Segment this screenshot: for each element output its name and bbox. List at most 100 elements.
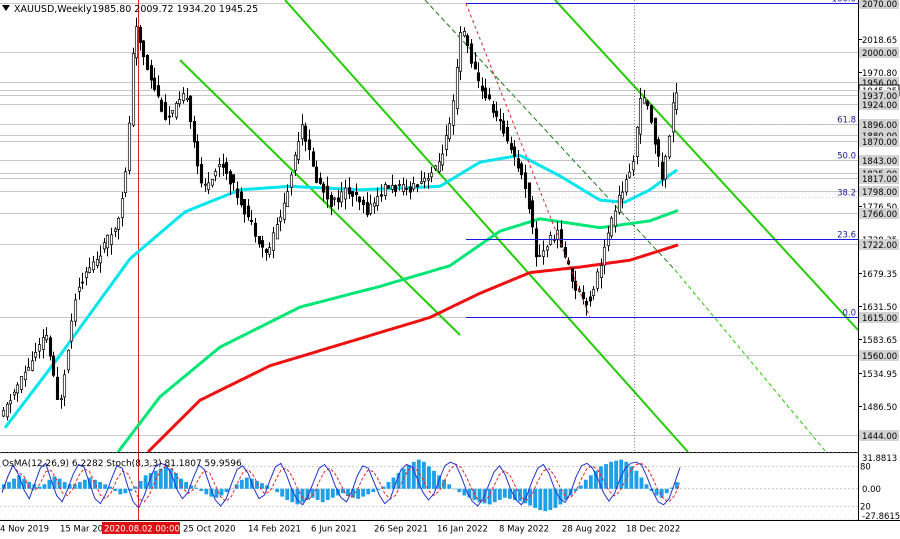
- candle-body: [123, 171, 128, 194]
- osma-bar: [421, 461, 426, 489]
- osma-bar: [609, 461, 614, 489]
- candle-body: [134, 26, 139, 59]
- candle-body: [624, 179, 629, 193]
- candle-body: [530, 200, 535, 228]
- candle-body: [239, 191, 244, 206]
- osma-bar: [578, 485, 583, 489]
- price-tick-label: 1798.00: [862, 188, 897, 198]
- oscillator-panel: OsMA(12,26,9) 6.2282 Stoch(8,3,3) 81.180…: [0, 452, 858, 521]
- time-axis-label: 16 Jan 2022: [437, 525, 488, 535]
- price-tick-label: 1924.00: [862, 101, 897, 111]
- candle-body: [483, 87, 488, 99]
- candle-body: [73, 299, 78, 322]
- candle-body: [476, 72, 481, 82]
- stoch-level-label: 80: [860, 462, 871, 472]
- osma-bar: [502, 488, 507, 498]
- price-tick-label: 1444.00: [862, 432, 897, 442]
- candle-body: [451, 100, 456, 126]
- candle-body: [480, 85, 485, 92]
- candle-body: [462, 31, 467, 37]
- candle-body: [257, 236, 262, 245]
- candle-body: [505, 126, 510, 142]
- osma-bar: [158, 468, 163, 489]
- candle-body: [95, 259, 100, 266]
- time-axis-label: 14 Feb 2021: [248, 525, 301, 535]
- candle-body: [674, 92, 679, 110]
- candle-body: [458, 32, 463, 72]
- candle-body: [293, 154, 298, 171]
- candle-body: [365, 201, 370, 216]
- candle-body: [653, 117, 658, 145]
- candle-body: [631, 161, 636, 171]
- price-tick-label: 1631.50: [862, 303, 897, 313]
- price-tick-label: 1817.00: [862, 175, 897, 185]
- osma-bar: [7, 482, 11, 489]
- candle-body: [404, 188, 409, 190]
- candle-body: [12, 391, 17, 396]
- candle-body: [37, 344, 42, 352]
- osma-bar: [346, 488, 350, 496]
- fib-level-label: 61.8: [837, 116, 856, 126]
- candle-body: [375, 196, 380, 207]
- fib-level-label: 0.0: [842, 309, 856, 319]
- osma-bar: [194, 487, 199, 489]
- candle-body: [509, 143, 514, 150]
- candle-body: [325, 185, 330, 200]
- candle-body: [77, 286, 82, 292]
- chart-header: XAUUSD,Weekly 1985.80 2009.72 1934.20 19…: [2, 4, 258, 15]
- osma-bar: [285, 488, 290, 500]
- candle-body: [307, 139, 312, 151]
- osma-bar: [204, 488, 209, 495]
- candle-body: [195, 141, 200, 167]
- candle-body: [66, 349, 71, 371]
- stochastic-signal-line: [1, 462, 681, 503]
- osma-bar: [538, 488, 543, 511]
- osma-bar: [163, 466, 168, 489]
- candle-body: [192, 120, 197, 143]
- osma-bar: [118, 488, 123, 495]
- candle-body: [469, 43, 474, 64]
- candle-body: [44, 334, 49, 341]
- osma-bar: [432, 470, 436, 489]
- osma-bar: [199, 488, 204, 491]
- candle-body: [534, 228, 539, 258]
- candle-body: [203, 183, 208, 186]
- candle-body: [15, 384, 20, 394]
- candle-body: [512, 146, 517, 157]
- candle-body: [440, 153, 445, 166]
- candle-body: [491, 104, 496, 113]
- candle-body: [383, 184, 388, 196]
- osma-bar: [103, 484, 108, 489]
- osma-bar: [37, 486, 42, 489]
- price-tick-label: 1534.95: [862, 370, 897, 380]
- candle-body: [51, 355, 56, 376]
- price-axis: 2070.002018.652000.001970.801956.001945.…: [858, 0, 900, 442]
- candle-body: [595, 271, 600, 289]
- candle-body: [87, 267, 92, 273]
- candle-body: [8, 400, 13, 405]
- candle-body: [217, 164, 222, 168]
- candle-body: [347, 187, 352, 195]
- candle-body: [285, 191, 290, 207]
- osma-bar: [411, 461, 416, 489]
- time-axis-label: 25 Oct 2020: [183, 525, 236, 535]
- candle-body: [41, 337, 46, 350]
- candle-body: [570, 267, 575, 282]
- candle-body: [437, 161, 442, 173]
- candle-body: [210, 179, 215, 186]
- osma-bar: [593, 470, 598, 489]
- candle-body: [332, 197, 337, 200]
- candle-body: [289, 174, 294, 188]
- osma-bar: [553, 488, 558, 508]
- candle-body: [62, 374, 67, 398]
- candle-body: [379, 194, 384, 197]
- candle-body: [429, 172, 434, 178]
- candle-body: [545, 246, 550, 251]
- time-axis: 4 Nov 2019 15 Mar 20202020.08.02 00:00 25 …: [0, 522, 680, 535]
- osma-bar: [386, 482, 391, 489]
- candle-body: [638, 98, 643, 135]
- candle-body: [33, 351, 38, 358]
- fib-level-label: 50.0: [837, 152, 856, 162]
- chart-window: 100.0 61.8 50.0 38.2 23.6 0.0 OsMA(12,26,9) 6…: [0, 0, 900, 535]
- osma-bar: [644, 484, 649, 489]
